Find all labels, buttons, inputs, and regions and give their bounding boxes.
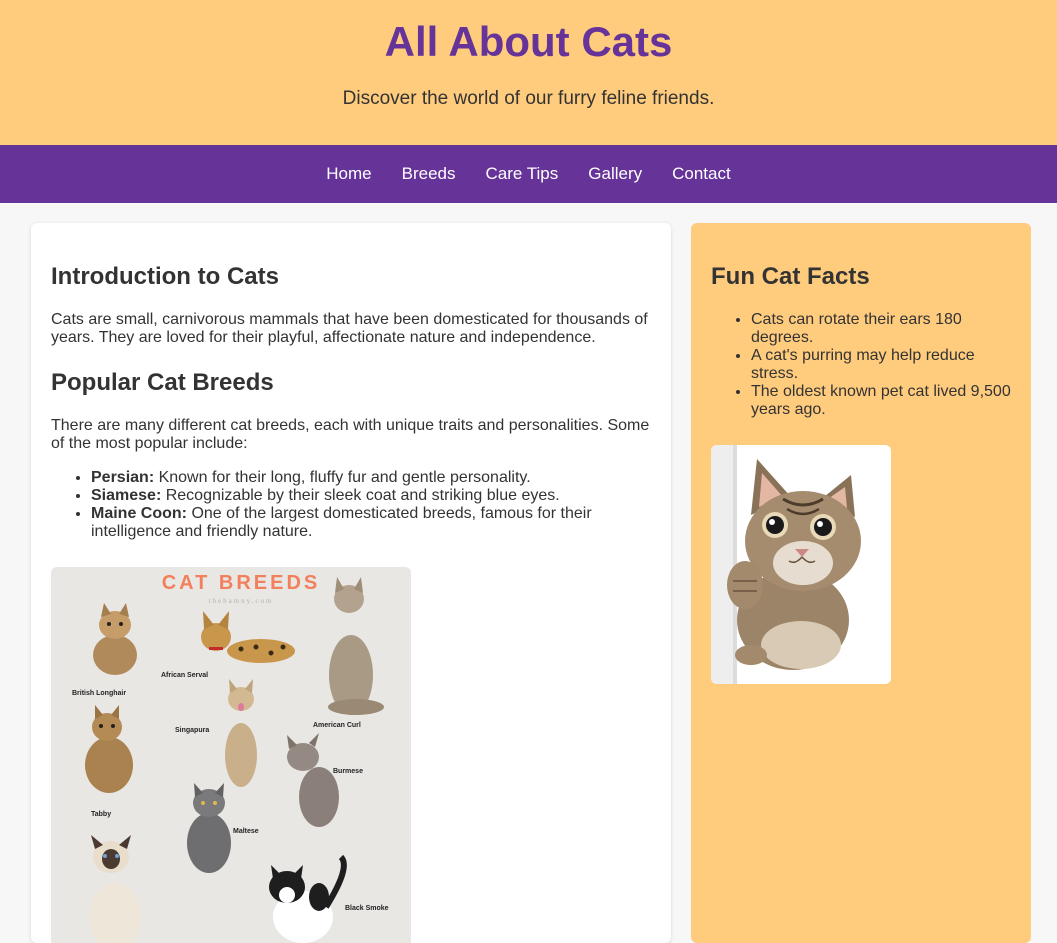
- cat-breeds-image: CAT BREEDS thehamny.com British Longhair: [51, 567, 411, 943]
- site-title: All About Cats: [384, 18, 673, 65]
- nav-gallery[interactable]: Gallery: [588, 164, 642, 184]
- nav-breeds[interactable]: Breeds: [402, 164, 456, 184]
- nav-care-tips[interactable]: Care Tips: [486, 164, 559, 184]
- breed-name: Maine Coon:: [91, 505, 187, 522]
- list-item: The oldest known pet cat lived 9,500 yea…: [751, 383, 1011, 419]
- nav-home[interactable]: Home: [326, 164, 371, 184]
- breeds-text: There are many different cat breeds, eac…: [51, 417, 650, 452]
- breed-label: Tabby: [91, 811, 111, 818]
- breed-desc: Recognizable by their sleek coat and str…: [161, 487, 560, 504]
- breed-label: Singapura: [175, 727, 209, 734]
- list-item: Siamese: Recognizable by their sleek coa…: [91, 487, 651, 505]
- breed-label: Maltese: [233, 828, 259, 835]
- list-item: A cat's purring may help reduce stress.: [751, 347, 1011, 383]
- peeking-cat-image: [711, 445, 891, 684]
- singapura-cat: [225, 679, 257, 787]
- breed-label: Burmese: [333, 768, 363, 775]
- list-item: Cats can rotate their ears 180 degrees.: [751, 311, 1011, 347]
- nav-contact[interactable]: Contact: [672, 164, 731, 184]
- main-nav: Home Breeds Care Tips Gallery Contact: [0, 145, 1057, 203]
- image-title: CAT BREEDS: [162, 572, 321, 594]
- site-header: All About Cats Discover the world of our…: [0, 0, 1057, 145]
- image-site: thehamny.com: [209, 597, 274, 605]
- facts-list: Cats can rotate their ears 180 degrees. …: [711, 311, 1011, 419]
- breed-name: Persian:: [91, 469, 155, 486]
- intro-text: Cats are small, carnivorous mammals that…: [51, 311, 648, 346]
- breed-name: Siamese:: [91, 487, 162, 504]
- main-content: Introduction to Cats Cats are small, car…: [31, 223, 671, 943]
- list-item: Persian: Known for their long, fluffy fu…: [91, 469, 651, 487]
- content-layout: Introduction to Cats Cats are small, car…: [0, 203, 1057, 943]
- breed-label: British Longhair: [72, 690, 126, 697]
- breeds-list: Persian: Known for their long, fluffy fu…: [51, 469, 651, 541]
- breed-desc: Known for their long, fluffy fur and gen…: [154, 469, 531, 486]
- sidebar-heading: Fun Cat Facts: [711, 263, 870, 290]
- sidebar: Fun Cat Facts Cats can rotate their ears…: [691, 223, 1031, 943]
- breed-label: American Curl: [313, 722, 361, 729]
- list-item: Maine Coon: One of the largest domestica…: [91, 505, 651, 541]
- intro-heading: Introduction to Cats: [51, 263, 279, 290]
- site-subtitle: Discover the world of our furry feline f…: [342, 88, 715, 109]
- breed-label: African Serval: [161, 672, 208, 679]
- breeds-heading: Popular Cat Breeds: [51, 369, 274, 396]
